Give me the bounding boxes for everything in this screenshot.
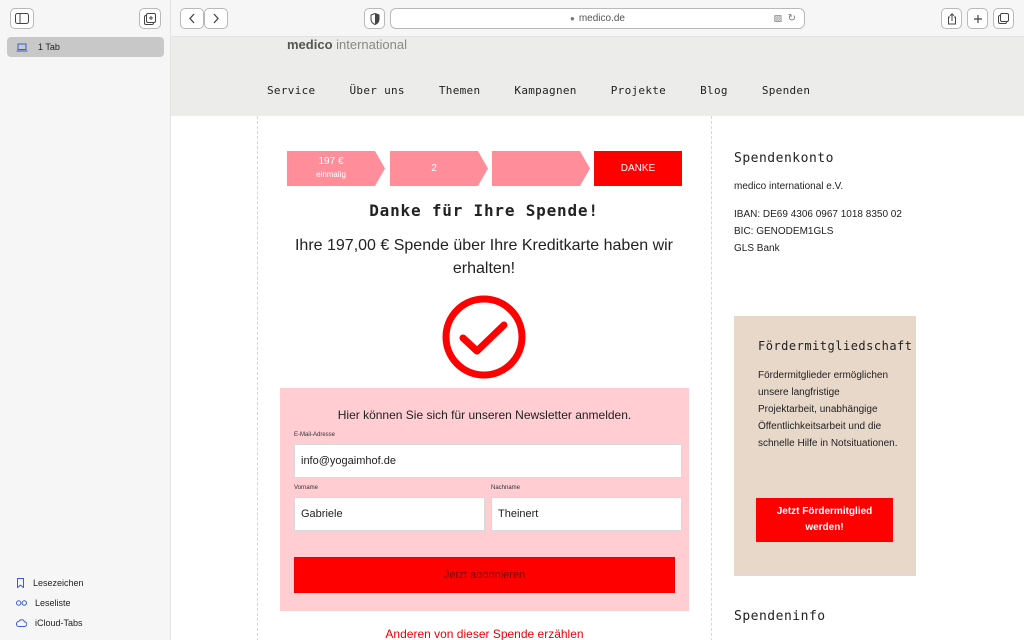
newsletter-form: Hier können Sie sich für unseren Newslet… (280, 388, 689, 611)
translate-icon[interactable]: ▨ (773, 13, 782, 24)
web-page: medico international Service Über uns Th… (171, 37, 1024, 640)
chevron-right-icon (213, 13, 219, 24)
forward-button[interactable] (204, 8, 228, 29)
bookmark-icon (17, 578, 24, 588)
browser-toolbar: ● medico.de ▨ ↻ (171, 0, 1024, 37)
new-tab-button[interactable] (967, 8, 988, 29)
bookmarks-label: Lesezeichen (33, 578, 84, 588)
laptop-icon (16, 43, 28, 51)
privacy-report-button[interactable] (364, 8, 385, 29)
membership-button[interactable]: Jetzt Fördermitglied werden! (756, 498, 893, 542)
main-nav: Service Über uns Themen Kampagnen Projek… (267, 84, 810, 97)
account-iban: IBAN: DE69 4306 0967 1018 8350 02 (734, 209, 902, 220)
lock-icon: ● (570, 14, 575, 23)
address-bar[interactable]: ● medico.de ▨ ↻ (390, 8, 805, 29)
sidebar-item-icloud-tabs[interactable]: iCloud-Tabs (16, 618, 83, 628)
column-divider-left (257, 116, 258, 640)
donation-info-title: Spendeninfo (734, 609, 826, 624)
step-two: 2 (390, 151, 488, 186)
account-bic: BIC: GENODEM1GLS (734, 226, 834, 237)
step-danke: DANKE (594, 151, 682, 186)
url-text: medico.de (578, 13, 625, 24)
tab-overview-button[interactable] (993, 8, 1014, 29)
step-danke-label: DANKE (620, 163, 656, 174)
nav-item-ueber-uns[interactable]: Über uns (349, 84, 404, 97)
logo-rest: international (336, 37, 407, 52)
tabs-icon (998, 13, 1009, 24)
sidebar-item-reading-list[interactable]: Leseliste (16, 598, 71, 608)
site-logo[interactable]: medico international (287, 37, 407, 52)
email-label: E-Mail-Adresse (294, 432, 336, 438)
shield-icon (370, 12, 379, 25)
lastname-field[interactable]: Theinert (491, 497, 682, 531)
checkmark-circle-icon (442, 295, 526, 379)
account-holder: medico international e.V. (734, 181, 844, 192)
confirmation-message: Ihre 197,00 € Spende über Ihre Kreditkar… (294, 237, 674, 277)
step-three (492, 151, 590, 186)
email-field[interactable]: info@yogaimhof.de (294, 444, 682, 478)
tab-group-label: 1 Tab (38, 42, 60, 52)
step-two-label: 2 (431, 163, 437, 174)
chevron-left-icon (189, 13, 195, 24)
plus-icon (973, 14, 982, 23)
back-button[interactable] (180, 8, 204, 29)
membership-text: Fördermitglieder ermöglichen unsere lang… (758, 370, 898, 449)
step-amount-value: 197 € (318, 156, 344, 167)
step-amount-frequency: einmalig (316, 170, 346, 179)
account-bank: GLS Bank (734, 243, 780, 254)
sidebar-toggle-icon[interactable] (10, 8, 34, 29)
nav-item-kampagnen[interactable]: Kampagnen (514, 84, 576, 97)
site-header: medico international Service Über uns Th… (171, 37, 1024, 116)
nav-item-projekte[interactable]: Projekte (611, 84, 666, 97)
step-amount: 197 € einmalig (287, 151, 385, 186)
glasses-icon (16, 600, 27, 606)
nav-item-themen[interactable]: Themen (439, 84, 481, 97)
logo-bold: medico (287, 37, 333, 52)
reload-icon[interactable]: ↻ (788, 13, 796, 24)
membership-title: Fördermitgliedschaft (758, 339, 913, 353)
nav-item-blog[interactable]: Blog (700, 84, 728, 97)
step-shape (492, 151, 590, 186)
share-icon (947, 12, 956, 24)
firstname-label: Vorname (294, 485, 319, 491)
nav-item-service[interactable]: Service (267, 84, 315, 97)
share-button[interactable] (941, 8, 962, 29)
reading-list-label: Leseliste (35, 598, 71, 608)
sidebar-tab-group[interactable]: 1 Tab (7, 37, 164, 57)
cloud-icon (16, 619, 27, 627)
subscribe-button[interactable]: Jetzt abonnieren (294, 557, 675, 593)
confirmation-title: Danke für Ihre Spende! (369, 201, 599, 220)
account-title: Spendenkonto (734, 151, 834, 166)
share-donation-link[interactable]: Anderen von dieser Spende erzählen (280, 627, 689, 640)
icloud-tabs-label: iCloud-Tabs (35, 618, 83, 628)
browser-sidebar: 1 Tab Lesezeichen Leseliste iCloud-Tabs (0, 0, 171, 640)
lastname-label: Nachname (491, 485, 521, 491)
newsletter-title: Hier können Sie sich für unseren Newslet… (337, 408, 632, 422)
nav-item-spenden[interactable]: Spenden (762, 84, 810, 97)
membership-box: Fördermitgliedschaft Fördermitglieder er… (734, 316, 916, 576)
new-tab-group-icon[interactable] (139, 8, 161, 29)
sidebar-item-bookmarks[interactable]: Lesezeichen (16, 578, 84, 588)
firstname-field[interactable]: Gabriele (294, 497, 485, 531)
column-divider-right (711, 116, 712, 640)
